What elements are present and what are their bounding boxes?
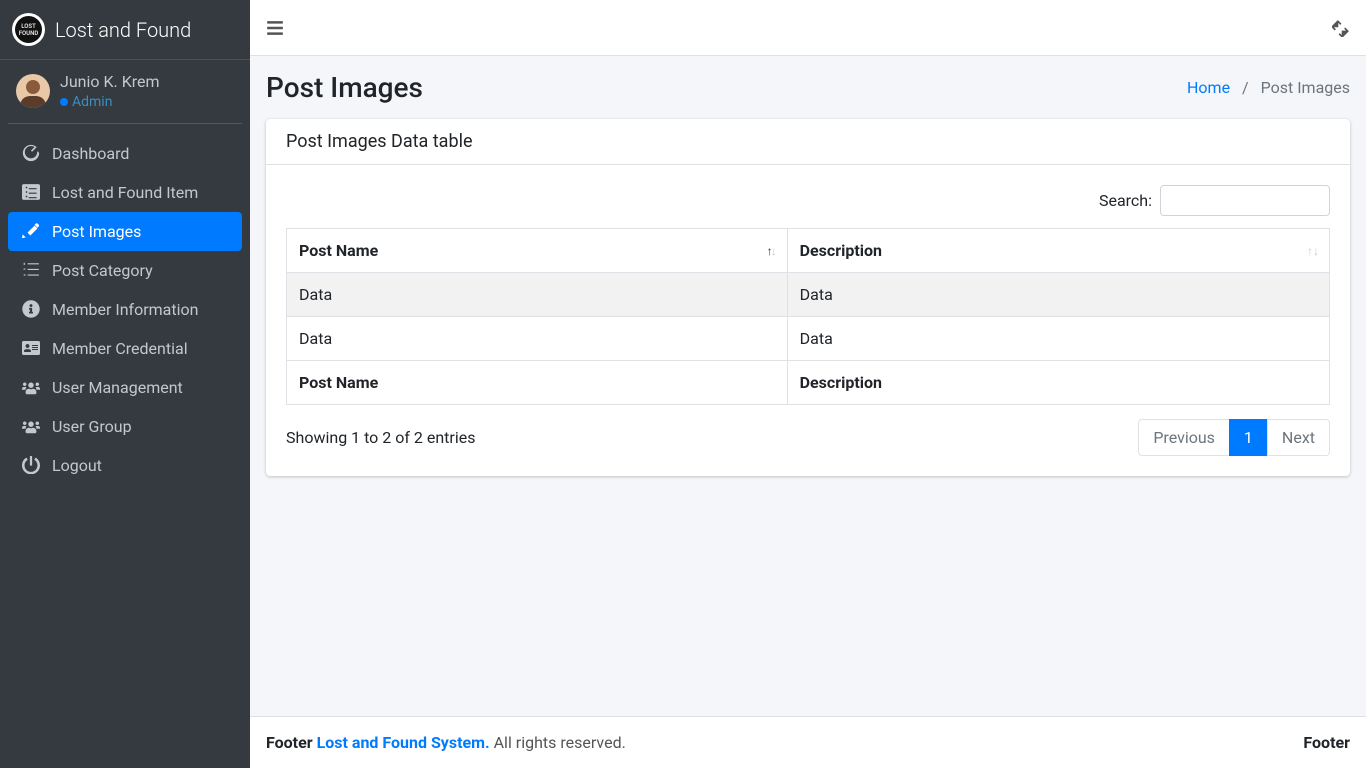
page-previous[interactable]: Previous bbox=[1138, 419, 1230, 456]
footer: Footer Lost and Found System. All rights… bbox=[250, 716, 1366, 768]
breadcrumb-separator: / bbox=[1242, 78, 1249, 97]
content-wrapper: Post Images Home / Post Images Post Imag… bbox=[250, 0, 1366, 768]
footer-right: Footer bbox=[1303, 733, 1350, 752]
sidebar-item-label: User Management bbox=[52, 378, 183, 397]
sidebar-item-member-info[interactable]: Member Information bbox=[8, 290, 242, 329]
datatable-search-row: Search: bbox=[286, 185, 1330, 216]
brand-logo: LOST FOUND bbox=[12, 13, 45, 46]
brand-title: Lost and Found bbox=[55, 18, 191, 42]
brand[interactable]: LOST FOUND Lost and Found bbox=[0, 0, 250, 60]
sort-icon bbox=[1307, 244, 1319, 258]
breadcrumb-home[interactable]: Home bbox=[1187, 78, 1230, 97]
sidebar-item-label: Logout bbox=[52, 456, 102, 475]
col-description[interactable]: Description bbox=[787, 229, 1329, 273]
list-ol-icon bbox=[20, 261, 42, 279]
content-header: Post Images Home / Post Images bbox=[250, 56, 1366, 119]
search-label: Search: bbox=[1099, 191, 1152, 210]
sidebar-item-label: User Group bbox=[52, 417, 132, 436]
footer-suffix: All rights reserved. bbox=[494, 733, 626, 752]
sidebar: LOST FOUND Lost and Found Junio K. Krem … bbox=[0, 0, 250, 768]
sidebar-nav: Dashboard Lost and Found Item Post Image… bbox=[0, 134, 250, 485]
pagination: Previous 1 Next bbox=[1138, 419, 1330, 456]
breadcrumb-current: Post Images bbox=[1261, 78, 1350, 97]
data-table: Post Name Description Data Da bbox=[286, 228, 1330, 405]
footer-col-post-name: Post Name bbox=[287, 361, 788, 405]
footer-prefix: Footer bbox=[266, 733, 317, 752]
search-input[interactable] bbox=[1160, 185, 1330, 216]
sidebar-item-label: Dashboard bbox=[52, 144, 129, 163]
sidebar-item-label: Member Credential bbox=[52, 339, 188, 358]
sidebar-item-user-group[interactable]: User Group bbox=[8, 407, 242, 446]
main-content: Post Images Data table Search: Post Name bbox=[250, 119, 1366, 716]
sidebar-item-post-category[interactable]: Post Category bbox=[8, 251, 242, 290]
user-role[interactable]: Admin bbox=[60, 93, 160, 111]
sidebar-item-post-images[interactable]: Post Images bbox=[8, 212, 242, 251]
sidebar-item-user-management[interactable]: User Management bbox=[8, 368, 242, 407]
edit-icon bbox=[20, 222, 42, 240]
card: Post Images Data table Search: Post Name bbox=[266, 119, 1350, 476]
cell-post-name: Data bbox=[287, 273, 788, 317]
avatar bbox=[16, 74, 50, 108]
cell-post-name: Data bbox=[287, 317, 788, 361]
tachometer-icon bbox=[20, 144, 42, 162]
hamburger-icon[interactable] bbox=[266, 19, 284, 37]
datatable-info: Showing 1 to 2 of 2 entries bbox=[286, 428, 475, 447]
footer-link[interactable]: Lost and Found System. bbox=[317, 733, 490, 752]
users-cog-icon bbox=[20, 378, 42, 396]
page-title: Post Images bbox=[266, 71, 423, 104]
cell-description: Data bbox=[787, 273, 1329, 317]
user-name: Junio K. Krem bbox=[60, 72, 160, 93]
sidebar-item-member-credential[interactable]: Member Credential bbox=[8, 329, 242, 368]
card-header: Post Images Data table bbox=[266, 119, 1350, 165]
sidebar-item-logout[interactable]: Logout bbox=[8, 446, 242, 485]
datatable-bottom: Showing 1 to 2 of 2 entries Previous 1 N… bbox=[286, 419, 1330, 456]
card-body: Search: Post Name Description bbox=[266, 165, 1350, 476]
sidebar-item-label: Lost and Found Item bbox=[52, 183, 198, 202]
sidebar-item-dashboard[interactable]: Dashboard bbox=[8, 134, 242, 173]
cell-description: Data bbox=[787, 317, 1329, 361]
sidebar-item-lost-found[interactable]: Lost and Found Item bbox=[8, 173, 242, 212]
sort-icon bbox=[767, 244, 777, 258]
users-icon bbox=[20, 417, 42, 435]
breadcrumb: Home / Post Images bbox=[1187, 78, 1350, 97]
page-next[interactable]: Next bbox=[1267, 419, 1330, 456]
list-alt-icon bbox=[20, 183, 42, 201]
table-row: Data Data bbox=[287, 317, 1330, 361]
sidebar-item-label: Post Images bbox=[52, 222, 141, 241]
page-current[interactable]: 1 bbox=[1229, 419, 1268, 456]
status-dot-icon bbox=[60, 98, 68, 106]
col-post-name[interactable]: Post Name bbox=[287, 229, 788, 273]
fullscreen-toggle-icon[interactable] bbox=[1332, 19, 1350, 37]
table-row: Data Data bbox=[287, 273, 1330, 317]
sidebar-item-label: Post Category bbox=[52, 261, 153, 280]
power-off-icon bbox=[20, 456, 42, 474]
topbar bbox=[250, 0, 1366, 56]
user-panel: Junio K. Krem Admin bbox=[8, 60, 242, 124]
id-card-icon bbox=[20, 339, 42, 357]
info-circle-icon bbox=[20, 300, 42, 318]
sidebar-item-label: Member Information bbox=[52, 300, 198, 319]
footer-col-description: Description bbox=[787, 361, 1329, 405]
